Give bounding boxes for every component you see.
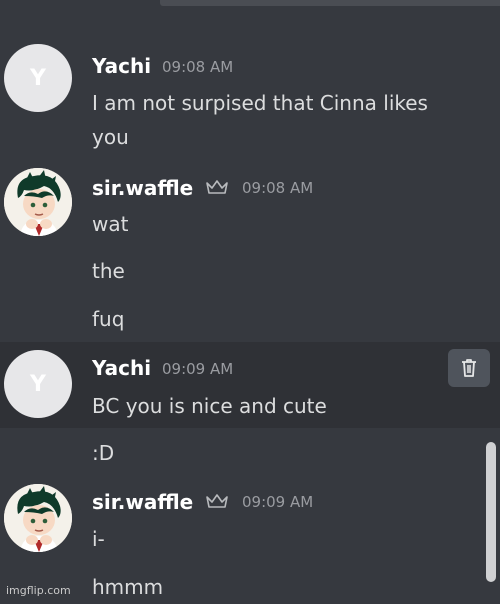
timestamp: 09:08 AM [162, 58, 234, 76]
avatar[interactable]: Y [4, 44, 72, 112]
watermark: imgflip.com [6, 584, 71, 597]
avatar-letter: Y [30, 371, 46, 397]
message-text: the [92, 259, 125, 283]
message-text: you [92, 125, 129, 149]
trash-icon [462, 359, 476, 377]
timestamp: 09:08 AM [242, 179, 314, 197]
message-text: I am not surpised that Cinna likes [92, 91, 428, 115]
timestamp: 09:09 AM [242, 493, 314, 511]
message-group-yachi-1: Y Yachi 09:08 AM I am not surpised that … [0, 0, 500, 160]
message-text: wat [92, 212, 129, 236]
username[interactable]: sir.waffle [92, 490, 193, 514]
avatar[interactable] [4, 484, 72, 552]
username[interactable]: sir.waffle [92, 176, 193, 200]
message-text: :D [92, 441, 115, 465]
message-text: BC you is nice and cute [92, 394, 327, 418]
username[interactable]: Yachi [92, 356, 151, 380]
delete-message-button[interactable] [448, 349, 490, 387]
username[interactable]: Yachi [92, 54, 151, 78]
anime-character-icon [4, 484, 72, 552]
message-group-sir-waffle-1: sir.waffle 09:08 AM wat the fuq [0, 160, 500, 342]
scrollbar-thumb[interactable] [486, 442, 496, 582]
message-text: i- [92, 527, 105, 551]
anime-character-icon [4, 168, 72, 236]
timestamp: 09:09 AM [162, 360, 234, 378]
avatar[interactable] [4, 168, 72, 236]
message-group-sir-waffle-2: sir.waffle 09:09 AM i- hmmm [0, 474, 500, 600]
avatar-letter: Y [30, 65, 46, 91]
message-group-yachi-2[interactable]: Y Yachi 09:09 AM BC you is nice and cute [0, 342, 500, 428]
avatar[interactable]: Y [4, 350, 72, 418]
message-text: hmmm [92, 575, 164, 599]
crown-icon [206, 180, 228, 194]
crown-icon [206, 494, 228, 508]
message-text: fuq [92, 307, 125, 331]
